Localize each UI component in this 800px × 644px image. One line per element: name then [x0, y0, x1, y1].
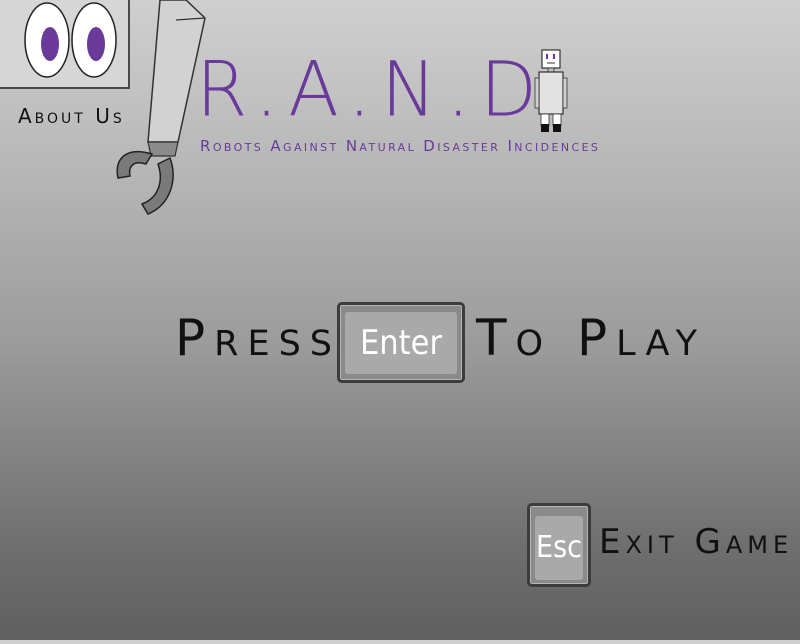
exit-game-label: Exit Game [599, 522, 794, 562]
to-play-label: To Play [476, 309, 707, 367]
press-label: Press [175, 309, 342, 367]
enter-key-label: Enter [345, 312, 457, 374]
game-title: R.A.N.D. [196, 46, 581, 134]
esc-key-button[interactable]: Esc [527, 503, 591, 587]
esc-key-label: Esc [535, 516, 583, 580]
about-us-button[interactable]: About Us [18, 104, 125, 128]
robot-head-icon[interactable] [0, 0, 130, 89]
small-robot-icon [532, 48, 572, 142]
enter-key-button[interactable]: Enter [337, 302, 465, 383]
robot-arm-claw-icon [116, 0, 206, 215]
